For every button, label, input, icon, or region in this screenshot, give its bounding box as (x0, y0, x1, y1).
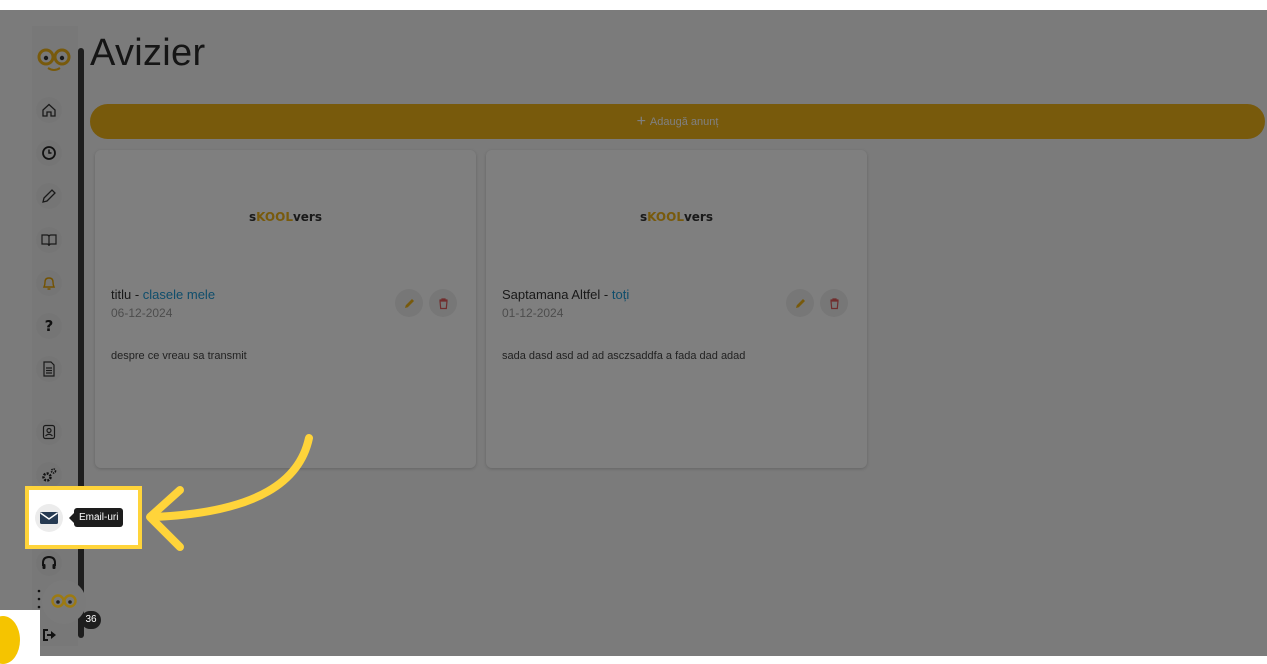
announcement-card[interactable]: sKOOLvers Saptamana Altfel - toți 01-12-… (486, 150, 867, 468)
announcement-body: despre ce vreau sa transmit (111, 350, 247, 362)
sidebar-item-courses[interactable] (36, 227, 62, 253)
sidebar-item-home[interactable] (36, 97, 62, 123)
sidebar-item-support[interactable] (36, 550, 62, 576)
delete-button[interactable] (429, 289, 457, 317)
chat-launcher[interactable] (42, 580, 86, 624)
plus-icon: + (636, 112, 646, 130)
app-logo[interactable] (36, 44, 72, 72)
edit-button[interactable] (395, 289, 423, 317)
announcement-date: 01-12-2024 (502, 306, 564, 320)
trash-icon (829, 297, 839, 309)
edit-button[interactable] (786, 289, 814, 317)
pencil-icon (42, 189, 56, 203)
contact-card-icon (42, 424, 56, 440)
bell-icon (42, 277, 56, 290)
pencil-icon (795, 298, 805, 308)
question-icon: ? (44, 317, 54, 335)
announcement-card[interactable]: sKOOLvers titlu - clasele mele 06-12-202… (95, 150, 476, 468)
page-title: Avizier (90, 32, 206, 74)
sidebar-item-history[interactable] (36, 140, 62, 166)
sidebar-item-help[interactable]: ? (36, 313, 62, 339)
mascot-logo-icon (51, 594, 77, 608)
gears-icon (42, 468, 57, 482)
tooltip: Email-uri (74, 508, 124, 527)
home-icon (42, 103, 56, 117)
add-announcement-label: Adaugă anunț (649, 115, 719, 128)
announcement-audience[interactable]: toți (612, 287, 629, 302)
announcement-title: Saptamana Altfel - toți (502, 287, 630, 302)
sidebar-scrollbar[interactable] (78, 48, 84, 638)
announcement-date: 06-12-2024 (111, 306, 173, 320)
sidebar-item-documents[interactable] (36, 356, 62, 382)
delete-button[interactable] (820, 289, 848, 317)
book-icon (41, 234, 57, 247)
corner-decoration (0, 610, 40, 664)
announcement-audience[interactable]: clasele mele (143, 287, 215, 302)
mail-icon (40, 512, 58, 524)
brand-logo: sKOOLvers (640, 210, 713, 224)
notification-badge: 36 (81, 611, 101, 629)
sidebar-item-settings[interactable] (36, 462, 62, 488)
trash-icon (438, 297, 448, 309)
add-announcement-button[interactable]: + Adaugă anunț (90, 104, 1265, 139)
announcement-body: sada dasd asd ad ad asczsaddfa a fada da… (502, 350, 746, 362)
logout-button[interactable] (38, 624, 60, 646)
pencil-icon (404, 298, 414, 308)
brand-logo: sKOOLvers (249, 210, 322, 224)
announcement-title: titlu - clasele mele (111, 287, 216, 302)
clock-icon (42, 146, 56, 160)
sidebar-item-notices[interactable] (36, 270, 62, 296)
headset-icon (42, 555, 56, 569)
document-icon (43, 361, 55, 377)
sidebar-item-contacts[interactable] (36, 419, 62, 445)
logout-icon (43, 629, 56, 641)
sidebar-item-emails[interactable] (35, 504, 63, 532)
sidebar-item-grades[interactable] (36, 183, 62, 209)
